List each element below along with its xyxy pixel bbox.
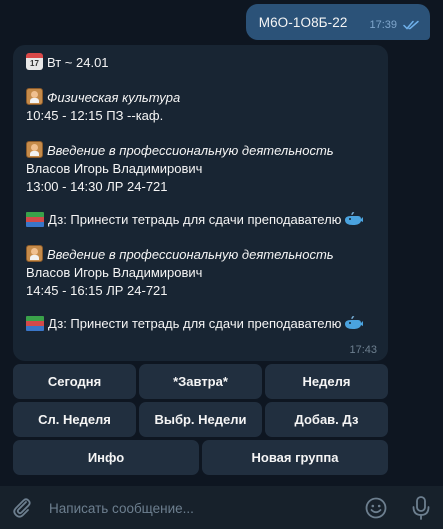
lesson2-homework: Дз: Принести тетрадь для сдачи преподава… [48,212,342,227]
lesson2-teacher: Власов Игорь Владимирович [26,161,203,176]
microphone-icon[interactable] [409,495,433,521]
teacher-icon [26,141,43,158]
lesson3-teacher: Власов Игорь Владимирович [26,265,203,280]
week-button[interactable]: Неделя [265,364,388,399]
teacher-icon [26,245,43,262]
lesson3-homework: Дз: Принести тетрадь для сдачи преподава… [48,316,342,331]
chat-area: М6О-1О8Б-22 17:39 Вт ~ 24.01 Физическая … [0,0,443,486]
whale-icon [345,212,364,225]
select-weeks-button[interactable]: Выбр. Недели [139,402,262,437]
books-icon [26,212,44,227]
outgoing-message[interactable]: М6О-1О8Б-22 17:39 [245,4,430,40]
keyboard-row-1: Сегодня *Завтра* Неделя [13,364,388,399]
double-check-icon [403,20,419,30]
info-button[interactable]: Инфо [13,440,199,475]
lesson2-title: Введение в профессиональную деятельность [47,143,334,158]
books-icon [26,316,44,331]
lesson1-title: Физическая культура [47,90,181,105]
keyboard-row-3: Инфо Новая группа [13,440,388,475]
keyboard-row-2: Сл. Неделя Выбр. Недели Добав. Дз [13,402,388,437]
lesson2-homework-line: Дз: Принести тетрадь для сдачи преподава… [26,212,376,228]
message-composer: Написать сообщение... [0,486,443,529]
lesson3-schedule: 14:45 - 16:15 ЛР 24-721 [26,283,168,298]
add-homework-button[interactable]: Добав. Дз [265,402,388,437]
schedule-message[interactable]: Вт ~ 24.01 Физическая культура 10:45 - 1… [13,45,388,361]
schedule-date: Вт ~ 24.01 [47,55,109,70]
lesson3-title: Введение в профессиональную деятельность [47,247,334,262]
today-button[interactable]: Сегодня [13,364,136,399]
outgoing-message-text: М6О-1О8Б-22 [258,14,348,30]
lesson1-title-line: Физическая культура [26,88,376,106]
calendar-icon [26,53,43,70]
tomorrow-button[interactable]: *Завтра* [139,364,262,399]
lesson3-title-line: Введение в профессиональную деятельность [26,245,376,263]
emoji-icon[interactable] [364,496,388,520]
schedule-date-line: Вт ~ 24.01 [26,53,376,71]
outgoing-message-meta: 17:39 [369,19,420,31]
whale-icon [345,316,364,329]
teacher-icon [26,88,43,105]
message-input[interactable]: Написать сообщение... [49,501,194,516]
lesson2-schedule: 13:00 - 14:30 ЛР 24-721 [26,179,168,194]
paperclip-icon[interactable] [9,495,35,521]
lesson1-schedule: 10:45 - 12:15 ПЗ --каф. [26,108,164,123]
lesson2-title-line: Введение в профессиональную деятельность [26,141,376,159]
new-group-button[interactable]: Новая группа [202,440,388,475]
schedule-message-time: 17:43 [349,344,377,356]
next-week-button[interactable]: Сл. Неделя [13,402,136,437]
lesson3-homework-line: Дз: Принести тетрадь для сдачи преподава… [26,316,376,332]
outgoing-message-time: 17:39 [369,19,397,31]
